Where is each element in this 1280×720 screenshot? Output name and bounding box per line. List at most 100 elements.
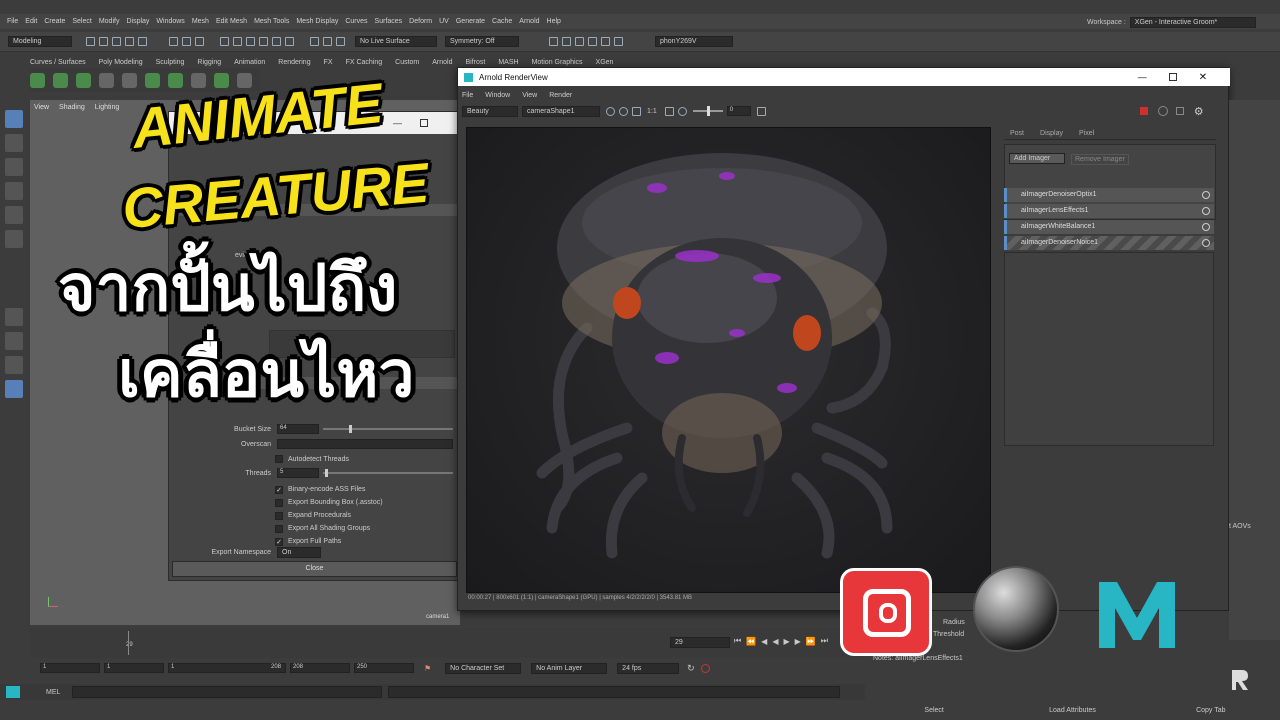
play-backwards-icon[interactable]: ◀ xyxy=(772,637,778,646)
range-slider[interactable]: 1 208 xyxy=(168,663,286,673)
renderview-menu-window[interactable]: Window xyxy=(485,92,510,99)
shelf-tab-xgen[interactable]: XGen xyxy=(596,59,614,66)
disable-imager-icon[interactable] xyxy=(1202,239,1210,247)
two-pane-layout-icon[interactable] xyxy=(5,356,23,374)
menu-edit[interactable]: Edit xyxy=(25,18,37,25)
export-namespace-dropdown[interactable]: On xyxy=(277,547,321,558)
history-icon[interactable] xyxy=(310,37,319,46)
shelf-tab-animation[interactable]: Animation xyxy=(234,59,265,66)
menu-cache[interactable]: Cache xyxy=(492,18,512,25)
autodetect-threads-row[interactable]: Autodetect Threads xyxy=(275,455,349,463)
playback-start-field[interactable]: 1 xyxy=(104,663,164,673)
shelf-tool-icon[interactable] xyxy=(214,72,229,88)
shelf-tab-poly-modeling[interactable]: Poly Modeling xyxy=(99,59,143,66)
shelf-tab-curves-surfaces[interactable]: Curves / Surfaces xyxy=(30,59,86,66)
snap-grid-icon[interactable] xyxy=(220,37,229,46)
playback-end-field[interactable]: 208 xyxy=(290,663,350,673)
menu-edit-mesh[interactable]: Edit Mesh xyxy=(216,18,247,25)
redo-icon[interactable] xyxy=(138,37,147,46)
imager-item[interactable]: aiImagerDenoiserNoice1 xyxy=(1004,236,1214,250)
color-correct-icon[interactable] xyxy=(619,106,628,116)
close-icon[interactable]: ✕ xyxy=(1199,72,1207,83)
open-scene-icon[interactable] xyxy=(99,37,108,46)
export-option-row[interactable]: Export Bounding Box (.asstoc) xyxy=(275,496,383,509)
go-to-start-icon[interactable]: ⏮ xyxy=(734,636,741,646)
export-option-checkbox[interactable]: ✓ xyxy=(275,537,283,546)
exposure-slider[interactable] xyxy=(692,106,723,116)
export-option-checkbox[interactable] xyxy=(275,511,283,520)
shelf-tool-icon[interactable] xyxy=(191,72,206,88)
workspace-dropdown[interactable]: XGen - Interactive Groom* xyxy=(1129,17,1256,28)
construction-icon[interactable] xyxy=(323,37,332,46)
add-imager-button[interactable]: Add Imager xyxy=(1009,153,1065,164)
render-sequence-icon[interactable] xyxy=(562,37,571,46)
rotate-tool-icon[interactable] xyxy=(5,206,23,224)
character-set-dropdown[interactable]: No Character Set xyxy=(445,662,522,674)
renderview-menu-view[interactable]: View xyxy=(522,92,537,99)
current-frame-field[interactable]: 29 xyxy=(670,637,730,648)
menu-curves[interactable]: Curves xyxy=(345,18,367,25)
snap-view-icon[interactable] xyxy=(259,37,268,46)
shelf-tab-fx-caching[interactable]: FX Caching xyxy=(346,59,383,66)
lock-icon[interactable] xyxy=(285,37,294,46)
export-option-row[interactable]: ✓ Binary-encode ASS Files xyxy=(275,483,383,496)
mode-dropdown[interactable]: Modeling xyxy=(8,36,72,47)
undo-icon[interactable] xyxy=(125,37,134,46)
menu-help[interactable]: Help xyxy=(547,18,561,25)
loop-icon[interactable]: ↻ xyxy=(687,663,695,674)
hypershade-icon[interactable] xyxy=(601,37,610,46)
select-by-component-icon[interactable] xyxy=(195,37,204,46)
mel-label[interactable]: MEL xyxy=(46,689,60,696)
playhead[interactable] xyxy=(128,631,129,655)
copy-tab-button[interactable]: Copy Tab xyxy=(1142,707,1280,714)
menu-modify[interactable]: Modify xyxy=(99,18,120,25)
disable-imager-icon[interactable] xyxy=(1202,223,1210,231)
render-frame-icon[interactable] xyxy=(549,37,558,46)
shelf-tab-custom[interactable]: Custom xyxy=(395,59,419,66)
disable-imager-icon[interactable] xyxy=(1202,191,1210,199)
menu-surfaces[interactable]: Surfaces xyxy=(375,18,403,25)
aov-dropdown[interactable]: Beauty xyxy=(462,105,518,117)
exposure-field[interactable]: 0 xyxy=(726,106,751,116)
viewport-menu-view[interactable]: View xyxy=(34,104,49,111)
export-option-checkbox[interactable] xyxy=(275,498,283,507)
snap-point-icon[interactable] xyxy=(246,37,255,46)
user-account-dropdown[interactable]: phonY269V xyxy=(655,36,733,47)
lasso-tool-icon[interactable] xyxy=(5,134,23,152)
shelf-tool-icon[interactable] xyxy=(30,72,45,88)
camera-dropdown[interactable]: cameraShape1 xyxy=(522,105,600,117)
export-option-row[interactable]: Expand Procedurals xyxy=(275,509,383,522)
symmetry-dropdown[interactable]: Symmetry: Off xyxy=(445,36,519,47)
menu-file[interactable]: File xyxy=(7,18,18,25)
magnet-icon[interactable] xyxy=(336,37,345,46)
pause-icon[interactable] xyxy=(614,37,623,46)
go-to-end-icon[interactable]: ⏭ xyxy=(821,636,828,646)
ratio-label[interactable]: 1:1 xyxy=(647,108,657,115)
menu-mesh-display[interactable]: Mesh Display xyxy=(296,18,338,25)
key-icon[interactable]: ⚑ xyxy=(424,664,431,673)
maximize-icon[interactable] xyxy=(420,119,428,127)
shelf-tab-sculpting[interactable]: Sculpting xyxy=(156,59,185,66)
select-button[interactable]: Select xyxy=(865,707,1003,714)
shelf-tab-mash[interactable]: MASH xyxy=(498,59,518,66)
menu-deform[interactable]: Deform xyxy=(409,18,432,25)
tab-post[interactable]: Post xyxy=(1010,130,1024,137)
four-pane-layout-icon[interactable] xyxy=(5,332,23,350)
step-back-key-icon[interactable]: ⏪ xyxy=(746,637,756,646)
scale-tool-icon[interactable] xyxy=(5,230,23,248)
shelf-tab-rendering[interactable]: Rendering xyxy=(278,59,310,66)
start-frame-field[interactable]: 1 xyxy=(40,663,100,673)
mel-command-input[interactable] xyxy=(72,686,383,698)
renderview-menu-file[interactable]: File xyxy=(462,92,473,99)
disable-imager-icon[interactable] xyxy=(1202,207,1210,215)
refresh-render-icon[interactable] xyxy=(1157,106,1168,116)
imager-item[interactable]: aiImagerLensEffects1 xyxy=(1004,204,1214,218)
snap-surface-icon[interactable] xyxy=(272,37,281,46)
save-scene-icon[interactable] xyxy=(112,37,121,46)
menu-mesh-tools[interactable]: Mesh Tools xyxy=(254,18,289,25)
tab-display[interactable]: Display xyxy=(1040,130,1063,137)
export-option-checkbox[interactable] xyxy=(275,524,283,533)
shelf-tool-icon[interactable] xyxy=(76,72,91,88)
step-forward-key-icon[interactable]: ⏩ xyxy=(806,637,816,646)
minimize-icon[interactable]: — xyxy=(1138,72,1147,82)
